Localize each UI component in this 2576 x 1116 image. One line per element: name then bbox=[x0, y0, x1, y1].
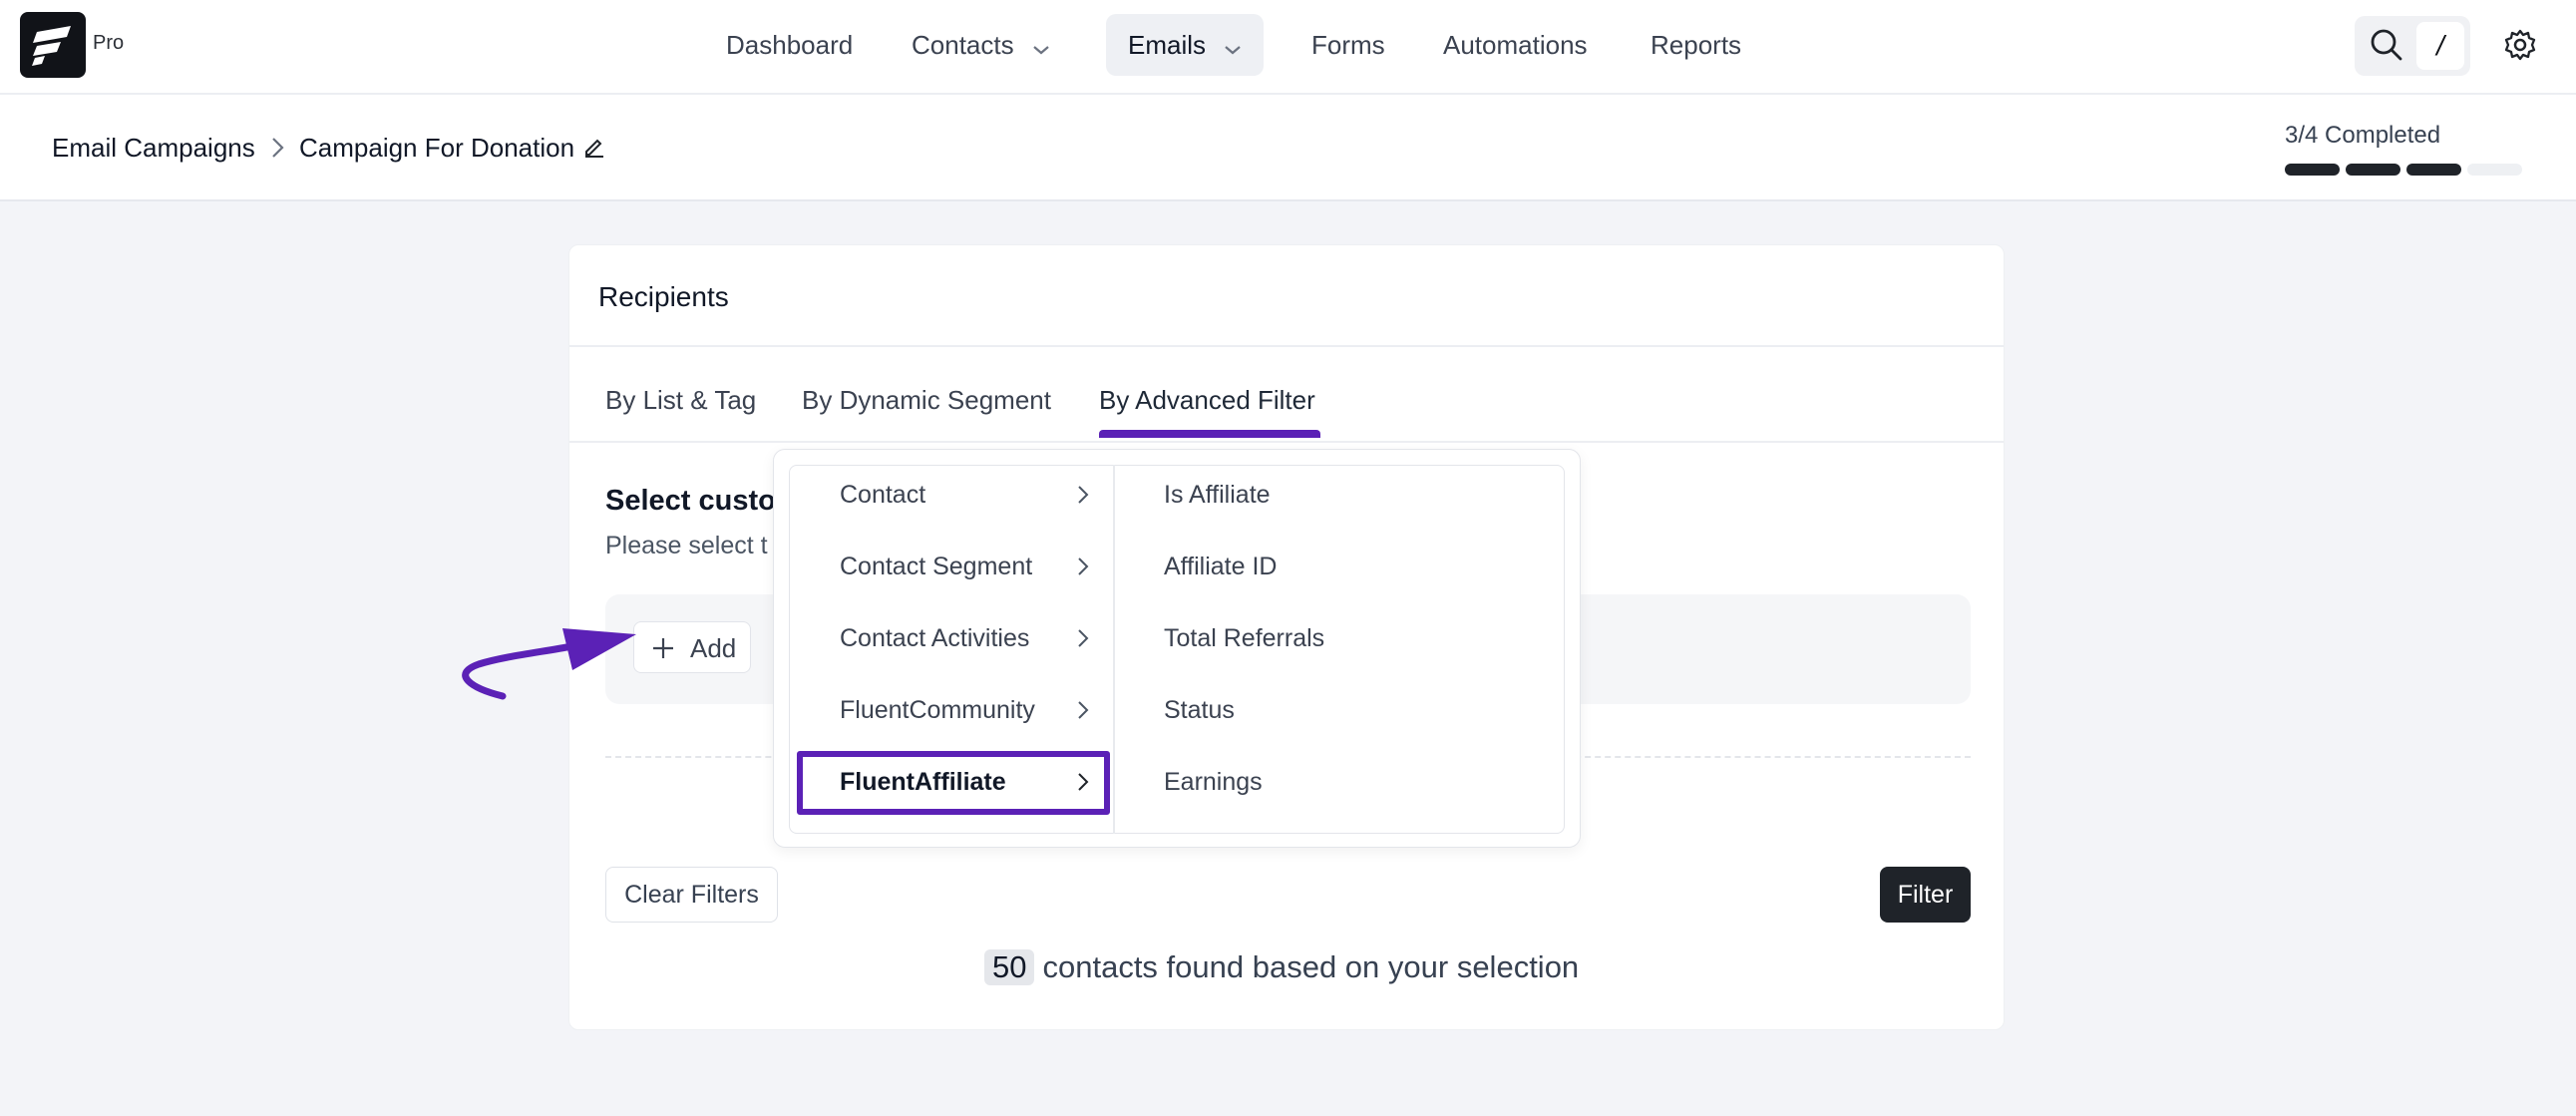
nav-reports-label: Reports bbox=[1651, 30, 1742, 60]
tab-by-dynamic-segment[interactable]: By Dynamic Segment bbox=[802, 385, 1051, 416]
progress-label: 3/4 Completed bbox=[2285, 122, 2441, 149]
edit-pencil-icon[interactable] bbox=[582, 135, 606, 164]
plus-icon bbox=[650, 635, 676, 668]
column-divider bbox=[1113, 465, 1115, 834]
nav-forms[interactable]: Forms bbox=[1289, 14, 1407, 76]
divider bbox=[569, 345, 2004, 347]
divider bbox=[569, 441, 2004, 443]
search-icon[interactable] bbox=[2369, 27, 2404, 68]
category-fluentcommunity[interactable]: FluentCommunity bbox=[840, 696, 1035, 725]
chevron-right-icon bbox=[1075, 556, 1091, 582]
breadcrumb-email-campaigns[interactable]: Email Campaigns bbox=[52, 133, 255, 164]
nav-reports[interactable]: Reports bbox=[1629, 14, 1763, 76]
nav-emails-label: Emails bbox=[1128, 30, 1207, 60]
contacts-found-summary: 50 contacts found based on your selection bbox=[984, 949, 1579, 985]
option-is-affiliate[interactable]: Is Affiliate bbox=[1164, 481, 1271, 510]
nav-emails[interactable]: Emails bbox=[1106, 14, 1265, 78]
gear-icon[interactable] bbox=[2503, 28, 2537, 67]
option-earnings[interactable]: Earnings bbox=[1164, 768, 1263, 797]
nav-forms-label: Forms bbox=[1311, 30, 1385, 60]
nav-dashboard[interactable]: Dashboard bbox=[704, 14, 875, 76]
category-contact-activities[interactable]: Contact Activities bbox=[840, 624, 1029, 653]
chevron-right-icon bbox=[1075, 771, 1091, 798]
tab-by-advanced-filter[interactable]: By Advanced Filter bbox=[1099, 385, 1315, 416]
nav-dashboard-label: Dashboard bbox=[726, 30, 854, 60]
command-shortcut-key[interactable]: / bbox=[2416, 22, 2464, 70]
option-total-referrals[interactable]: Total Referrals bbox=[1164, 624, 1324, 653]
chevron-right-icon bbox=[1075, 627, 1091, 654]
section-title: Select custor bbox=[605, 485, 788, 517]
section-subtitle: Please select t bbox=[605, 532, 768, 559]
tab-by-list-tag[interactable]: By List & Tag bbox=[605, 385, 756, 416]
nav-automations[interactable]: Automations bbox=[1421, 14, 1610, 76]
chevron-down-icon bbox=[1224, 16, 1242, 78]
progress-step bbox=[2285, 164, 2340, 176]
chevron-right-icon bbox=[268, 136, 286, 165]
chevron-right-icon bbox=[1075, 484, 1091, 511]
recipients-title: Recipients bbox=[598, 281, 729, 312]
category-contact-segment[interactable]: Contact Segment bbox=[840, 553, 1032, 581]
breadcrumb: Email Campaigns Campaign For Donation 3/… bbox=[0, 95, 2576, 201]
clear-filters-button[interactable]: Clear Filters bbox=[605, 867, 778, 923]
filter-button[interactable]: Filter bbox=[1880, 867, 1971, 923]
option-affiliate-id[interactable]: Affiliate ID bbox=[1164, 553, 1277, 581]
active-tab-indicator bbox=[1099, 430, 1320, 438]
campaign-title: Campaign For Donation bbox=[299, 133, 575, 163]
step-progress-bar bbox=[2285, 164, 2522, 176]
add-filter-button[interactable]: Add bbox=[633, 621, 751, 673]
nav-contacts-label: Contacts bbox=[912, 30, 1014, 60]
progress-step bbox=[2467, 164, 2522, 176]
progress-step bbox=[2346, 164, 2400, 176]
contacts-found-text: contacts found based on your selection bbox=[1042, 949, 1580, 984]
chevron-down-icon bbox=[1032, 16, 1050, 78]
progress-step bbox=[2406, 164, 2461, 176]
filter-property-dropdown: Contact Contact Segment Contact Activiti… bbox=[773, 449, 1581, 848]
category-fluentaffiliate[interactable]: FluentAffiliate bbox=[840, 768, 1006, 797]
annotation-arrow-icon bbox=[451, 610, 650, 715]
nav-automations-label: Automations bbox=[1443, 30, 1588, 60]
top-navigation: Pro Dashboard Contacts Emails Forms Auto… bbox=[0, 0, 2576, 95]
contacts-count-badge: 50 bbox=[984, 949, 1035, 985]
main-menu: Dashboard Contacts Emails Forms Automati… bbox=[0, 0, 2576, 95]
add-filter-label: Add bbox=[690, 633, 737, 663]
chevron-right-icon bbox=[1075, 699, 1091, 726]
category-contact[interactable]: Contact bbox=[840, 481, 925, 510]
nav-contacts[interactable]: Contacts bbox=[890, 14, 1072, 76]
option-status[interactable]: Status bbox=[1164, 696, 1235, 725]
